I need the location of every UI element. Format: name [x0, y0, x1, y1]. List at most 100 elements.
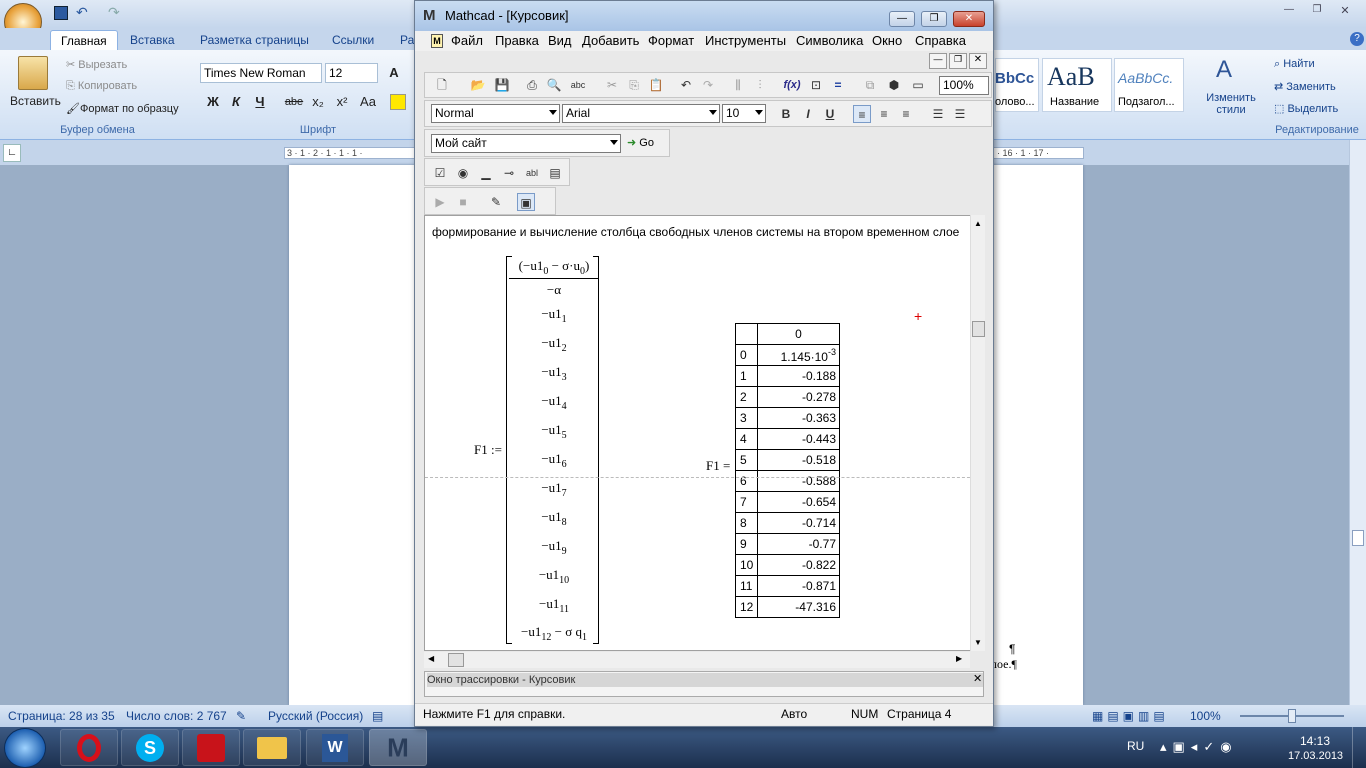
superscript-button[interactable]: x²	[332, 92, 352, 112]
quick-access-redo-icon[interactable]: ↷	[108, 4, 120, 21]
change-case-button[interactable]: Aa	[358, 92, 378, 112]
trace-icon[interactable]: ✎	[487, 193, 505, 211]
scroll-up-icon[interactable]: ▲	[974, 219, 982, 228]
copy-button[interactable]: ⎘ Копировать	[66, 80, 137, 93]
vector-row-5[interactable]: −u15	[509, 422, 599, 441]
menu-format[interactable]: Формат	[648, 33, 694, 48]
align-down-icon[interactable]: ⫶	[751, 76, 769, 94]
select-button[interactable]: ⬚ Выделить	[1274, 102, 1338, 115]
vector-row-3[interactable]: −u13	[509, 364, 599, 383]
zoom-slider-thumb[interactable]	[1288, 709, 1296, 723]
menu-tools[interactable]: Инструменты	[705, 33, 786, 48]
site-select[interactable]: Мой сайт	[431, 134, 621, 153]
doc-minimize-button[interactable]: —	[929, 53, 947, 69]
window-icon[interactable]: ▭	[909, 76, 927, 94]
language-status[interactable]: Русский (Россия)	[268, 705, 363, 727]
word-close-button[interactable]: ✕	[1334, 4, 1356, 18]
cut-button[interactable]: ✂ Вырезать	[66, 58, 127, 71]
result-table[interactable]: 0 0 1.145·10-3 1 -0.188 2 -0.278 3 -0.363 4 -0.44…	[735, 323, 840, 618]
slider-control-icon[interactable]: ⊸	[500, 164, 518, 182]
listbox-control-icon[interactable]: ▤	[546, 164, 564, 182]
insert-function-icon[interactable]: f(x)	[783, 76, 801, 94]
show-desktop-button[interactable]	[1352, 727, 1366, 768]
word-restore-button[interactable]: ❐	[1306, 4, 1328, 18]
tab-home[interactable]: Главная	[50, 30, 118, 50]
worksheet[interactable]: формирование и вычисление столбца свобод…	[424, 215, 984, 651]
menu-symbolics[interactable]: Символика	[796, 33, 863, 48]
taskbar-skype[interactable]: S	[121, 729, 179, 766]
zoom-level[interactable]: 100%	[1190, 705, 1221, 727]
underline-button[interactable]: Ч	[250, 92, 270, 112]
redo-icon[interactable]: ↷	[699, 76, 717, 94]
copy-icon[interactable]: ⎘	[625, 76, 643, 94]
bullets-button[interactable]: ☰	[929, 105, 947, 123]
underline-button[interactable]: U	[821, 105, 839, 123]
input-language[interactable]: RU	[1127, 739, 1144, 753]
zoom-select[interactable]: 100%	[939, 76, 989, 95]
trace-close-icon[interactable]: ✕	[973, 672, 982, 685]
vector-row-9[interactable]: −u19	[509, 538, 599, 557]
calculate-icon[interactable]: =	[829, 76, 847, 94]
checkbox-control-icon[interactable]: ☑	[431, 164, 449, 182]
save-icon[interactable]: 💾	[493, 76, 511, 94]
highlight-icon[interactable]	[390, 94, 406, 110]
italic-button[interactable]: I	[799, 105, 817, 123]
tab-selector[interactable]: ∟	[3, 144, 21, 162]
italic-button[interactable]: К	[226, 92, 246, 112]
cut-icon[interactable]: ✂	[603, 76, 621, 94]
vector-row-4[interactable]: −u14	[509, 393, 599, 412]
component-icon[interactable]: ⧉	[861, 76, 879, 94]
undo-icon[interactable]: ↶	[677, 76, 695, 94]
print-preview-icon[interactable]: 🔍	[545, 76, 563, 94]
taskbar-opera[interactable]	[60, 729, 118, 766]
doc-restore-button[interactable]: ❐	[949, 53, 967, 69]
open-icon[interactable]: 📂	[469, 76, 487, 94]
scroll-left-icon[interactable]: ◀	[428, 654, 434, 663]
menu-view[interactable]: Вид	[548, 33, 572, 48]
taskbar-word[interactable]: W	[306, 729, 364, 766]
menu-window[interactable]: Окно	[872, 33, 902, 48]
menu-insert[interactable]: Добавить	[582, 33, 639, 48]
text-region[interactable]: формирование и вычисление столбца свобод…	[432, 224, 977, 240]
start-button[interactable]	[4, 728, 46, 768]
clock-date[interactable]: 17.03.2013	[1288, 750, 1343, 762]
quick-access-save-icon[interactable]	[54, 6, 68, 20]
tab-references[interactable]: Ссылки	[322, 30, 384, 50]
strikethrough-button[interactable]: abe	[284, 92, 304, 112]
subscript-button[interactable]: x₂	[308, 92, 328, 112]
doc-close-button[interactable]: ✕	[969, 53, 987, 69]
align-left-button[interactable]: ≡	[853, 105, 871, 123]
horizontal-scroll-thumb[interactable]	[448, 653, 464, 667]
bold-button[interactable]: B	[777, 105, 795, 123]
vertical-scroll-thumb[interactable]	[972, 321, 985, 337]
tray-icons[interactable]: ▴▣◂✓◉	[1160, 739, 1238, 755]
word-minimize-button[interactable]: —	[1278, 4, 1300, 18]
word-count[interactable]: Число слов: 2 767	[126, 705, 227, 727]
taskbar-mathcad[interactable]: M	[369, 729, 427, 766]
word-scroll-thumb[interactable]	[1352, 530, 1364, 546]
vector-row-11[interactable]: −u111	[509, 596, 599, 615]
print-icon[interactable]: ⎙	[523, 76, 541, 94]
vector-row-2[interactable]: −u12	[509, 335, 599, 354]
close-button[interactable]: ✕	[953, 11, 985, 27]
word-vertical-scrollbar[interactable]	[1349, 140, 1366, 705]
font-size-select[interactable]: 12	[325, 63, 378, 83]
grow-font-icon[interactable]: A	[384, 63, 404, 83]
menu-file[interactable]: Файл	[451, 33, 483, 48]
replace-button[interactable]: ⇄ Заменить	[1274, 80, 1336, 93]
textbox-control-icon[interactable]: abl	[523, 164, 541, 182]
worksheet-horizontal-scrollbar[interactable]: ◀ ▶	[424, 652, 970, 668]
font-select[interactable]: Arial	[562, 104, 720, 123]
trace-window[interactable]: Окно трассировки - Курсовик ✕	[424, 671, 984, 697]
document-icon[interactable]: M	[431, 34, 443, 48]
align-center-button[interactable]: ≡	[875, 105, 893, 123]
taskbar-acrobat[interactable]	[182, 729, 240, 766]
help-icon[interactable]: ?	[1350, 32, 1364, 46]
numbering-button[interactable]: ☰	[951, 105, 969, 123]
vector-row-7[interactable]: −u17	[509, 480, 599, 499]
spellcheck-icon[interactable]: ✎	[236, 705, 246, 727]
menu-help[interactable]: Справка	[915, 33, 966, 48]
size-select[interactable]: 10	[722, 104, 766, 123]
result-table-wrap[interactable]: 0 0 1.145·10-3 1 -0.188 2 -0.278 3 -0.363 4 -0.44…	[735, 323, 840, 618]
vector-row-6[interactable]: −u16	[509, 451, 599, 470]
